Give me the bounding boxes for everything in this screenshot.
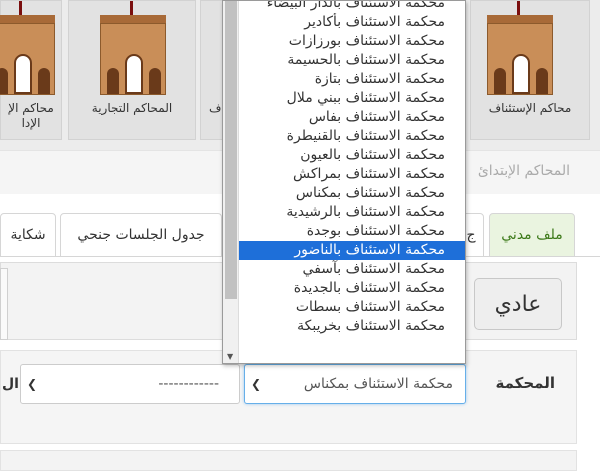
dropdown-option[interactable]: محكمة الاستئناف ببني ملال [239, 89, 465, 108]
dropdown-option[interactable]: محكمة الاستئناف بالحسيمة [239, 51, 465, 70]
court-label: المحكمة [495, 374, 555, 392]
tile-label-2: الإدا [21, 116, 41, 130]
scroll-down-arrow-icon[interactable]: ▼ [227, 352, 233, 361]
edge-label: ال [2, 376, 19, 392]
tile-administrative-courts[interactable]: محاكم الإ الإدا [0, 0, 62, 140]
section-select[interactable]: ------------ ❯ [20, 364, 240, 404]
dropdown-option[interactable]: محكمة الاستئناف بمكناس [239, 184, 465, 203]
dropdown-option[interactable]: محكمة الاستئناف بالرشيدية [239, 203, 465, 222]
dropdown-option[interactable]: محكمة الاستئناف بأكادير [239, 13, 465, 32]
dropdown-option[interactable]: محكمة الاستئناف بتازة [239, 70, 465, 89]
tile-label: ف [209, 101, 222, 115]
section-select-value: ------------ [158, 376, 219, 392]
court-building-image [100, 1, 166, 95]
dropdown-option[interactable]: محكمة الاستئناف بالدار البيضاء [239, 1, 465, 13]
tile-label: محاكم الإستئناف [488, 101, 572, 115]
dropdown-option[interactable]: محكمة الاستئناف بالجديدة [239, 279, 465, 298]
court-building-image [0, 1, 55, 95]
dropdown-option[interactable]: محكمة الاستئناف بآسفي [239, 260, 465, 279]
chevron-down-icon: ❯ [251, 377, 262, 391]
tab-misdemeanor-sessions[interactable]: جدول الجلسات جنحي [60, 213, 222, 257]
dropdown-option[interactable]: محكمة الاستئناف بوجدة [239, 222, 465, 241]
dropdown-option[interactable]: محكمة الاستئناف بورزازات [239, 32, 465, 51]
court-select[interactable]: محكمة الاستئناف بمكناس ❯ [244, 364, 466, 404]
scrollbar-thumb[interactable] [225, 1, 237, 299]
bottom-form-row [0, 450, 577, 471]
tile-commercial-courts[interactable]: المحاكم التجارية [68, 0, 196, 140]
dropdown-options: محكمة الاستئناف بالدار البيضاء محكمة الاس… [239, 1, 465, 336]
tab-civil-file[interactable]: ملف مدني [489, 213, 575, 257]
chevron-down-icon: ❯ [27, 377, 38, 391]
dropdown-option[interactable]: محكمة الاستئناف بخريبكة [239, 317, 465, 336]
dropdown-option[interactable]: محكمة الاستئناف بالعيون [239, 146, 465, 165]
tile-appeal-courts[interactable]: محاكم الإستئناف [470, 0, 590, 140]
normal-button[interactable]: عادي [474, 278, 562, 330]
dropdown-scrollbar[interactable]: ▼ [223, 1, 239, 363]
tile-partial[interactable]: ف [200, 0, 224, 140]
court-dropdown-list[interactable]: ▼ محكمة الاستئناف بالدار البيضاء محكمة ال… [222, 0, 466, 364]
court-building-image [487, 1, 553, 95]
section-title: المحاكم الإبتدائ [477, 163, 570, 179]
dropdown-option[interactable]: محكمة الاستئناف بفاس [239, 108, 465, 127]
dropdown-option[interactable]: محكمة الاستئناف بالناضور [239, 241, 465, 260]
dropdown-option[interactable]: محكمة الاستئناف بالقنيطرة [239, 127, 465, 146]
dropdown-option[interactable]: محكمة الاستئناف بمراكش [239, 165, 465, 184]
partial-box [0, 268, 8, 340]
court-select-value: محكمة الاستئناف بمكناس [303, 376, 453, 392]
tile-label: محاكم الإ [8, 101, 54, 115]
dropdown-option[interactable]: محكمة الاستئناف بسطات [239, 298, 465, 317]
tile-label: المحاكم التجارية [91, 101, 173, 115]
tab-complaint[interactable]: شكاية [0, 213, 56, 257]
